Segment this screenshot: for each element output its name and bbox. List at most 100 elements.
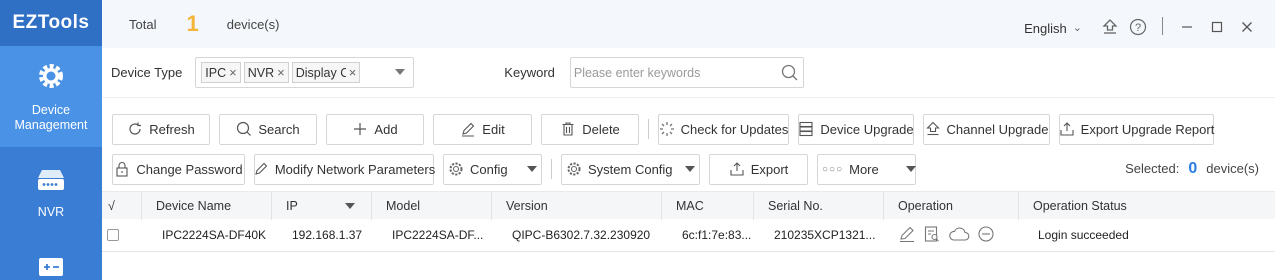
column-header-check[interactable]: √ [102, 191, 142, 220]
toolbar-row-2: Change Password Modify Network Parameter… [102, 149, 1275, 189]
help-icon[interactable]: ? [1124, 13, 1152, 41]
column-label: IP [286, 198, 298, 213]
maximize-icon[interactable] [1203, 13, 1231, 41]
system-config-dropdown[interactable]: System Config [561, 153, 700, 185]
button-label: Modify Network Parameters [274, 161, 436, 177]
table-row[interactable]: IPC2224SA-DF40K 192.168.1.37 IPC2224SA-D… [102, 219, 1275, 252]
column-header-serial[interactable]: Serial No. [754, 191, 884, 220]
cell-status: Login succeeded [1038, 228, 1129, 242]
tag-label: IPC [205, 65, 227, 80]
main-panel: Total 1 device(s) English ⌄ ? Device Typ… [102, 0, 1275, 280]
chevron-down-icon[interactable]: ⌄ [1073, 21, 1082, 34]
tag-ipc: IPC × [201, 62, 241, 83]
cell-device-name: IPC2224SA-DF40K [162, 228, 267, 242]
button-label: Check for Updates [680, 121, 789, 137]
toolbar-divider [648, 119, 649, 139]
export-icon [730, 162, 744, 176]
table-header: √ Device Name IP Model Version MAC Seria… [102, 191, 1275, 220]
plus-icon [354, 123, 367, 135]
gear-icon [36, 61, 66, 95]
change-password-button[interactable]: Change Password [112, 153, 245, 185]
export-upgrade-report-button[interactable]: Export Upgrade Report [1059, 113, 1215, 145]
trash-icon [562, 122, 574, 136]
export-button[interactable]: Export [709, 153, 808, 185]
disable-icon[interactable] [977, 225, 995, 246]
sidebar-item-device-management[interactable]: Device Management [0, 46, 102, 147]
button-label: More [849, 161, 879, 177]
upload-icon[interactable] [1096, 13, 1124, 41]
svg-text:?: ? [1135, 22, 1141, 34]
selected-count: Selected: 0 device(s) [1125, 160, 1259, 178]
close-icon[interactable] [1233, 13, 1261, 41]
total-unit: device(s) [226, 16, 280, 32]
close-icon[interactable]: × [277, 65, 285, 80]
nvr-icon [36, 167, 66, 197]
edit-icon[interactable] [898, 225, 916, 246]
total-label: Total [129, 16, 157, 32]
selected-unit: device(s) [1206, 161, 1259, 176]
search-icon [237, 121, 252, 136]
check-updates-button[interactable]: Check for Updates [658, 113, 789, 145]
pencil-icon [255, 162, 268, 175]
button-label: System Config [588, 161, 673, 177]
delete-button[interactable]: Delete [541, 113, 639, 145]
sidebar-item-nvr[interactable]: NVR [0, 147, 102, 240]
column-header-version[interactable]: Version [492, 191, 662, 220]
loading-icon [659, 122, 674, 136]
toolbar-divider [551, 159, 552, 179]
app-logo: EZTools [0, 0, 102, 46]
refresh-button[interactable]: Refresh [112, 113, 210, 145]
chevron-down-icon [684, 166, 695, 172]
close-icon[interactable]: × [229, 65, 237, 80]
keyword-field [569, 57, 804, 88]
button-label: Edit [482, 121, 505, 137]
column-header-operation: Operation [884, 191, 1019, 220]
keyword-input[interactable] [573, 65, 774, 80]
chevron-down-icon [395, 69, 406, 75]
sidebar-item-label: Device Management [14, 102, 88, 132]
search-icon[interactable] [781, 64, 799, 85]
modify-network-parameters-button[interactable]: Modify Network Parameters [254, 153, 436, 185]
cloud-icon[interactable] [948, 225, 970, 246]
column-header-model[interactable]: Model [372, 191, 492, 220]
lock-icon [116, 162, 128, 177]
sidebar-item-label: NVR [37, 205, 65, 219]
cell-serial: 210235XCP1321... [774, 228, 876, 242]
device-upgrade-button[interactable]: Device Upgrade [798, 113, 914, 145]
channel-upgrade-button[interactable]: Channel Upgrade [923, 113, 1050, 145]
title-bar: Total 1 device(s) English ⌄ ? [102, 0, 1275, 48]
language-select[interactable]: English [1024, 21, 1067, 36]
sidebar-item-config[interactable] [0, 240, 102, 280]
window-controls: English ⌄ ? [1024, 0, 1261, 48]
button-label: Search [258, 121, 300, 137]
chevron-down-icon [526, 166, 537, 172]
minimize-icon[interactable] [1173, 13, 1201, 41]
column-header-status[interactable]: Operation Status [1019, 192, 1273, 220]
column-header-device-name[interactable]: Device Name [142, 191, 272, 220]
cell-model: IPC2224SA-DF... [392, 228, 484, 242]
column-header-mac[interactable]: MAC [662, 191, 754, 220]
column-header-ip[interactable]: IP [272, 191, 372, 220]
toolbar-row-1: Refresh Search Add Edit Delete Check for… [102, 109, 1275, 149]
search-button[interactable]: Search [219, 113, 317, 145]
button-label: Channel Upgrade [946, 121, 1049, 137]
gear-icon [567, 162, 581, 176]
add-button[interactable]: Add [326, 113, 424, 145]
row-checkbox[interactable] [107, 229, 119, 241]
config-dropdown[interactable]: Config [443, 153, 542, 185]
config-icon [37, 256, 65, 280]
total-count: 1 [186, 11, 199, 36]
button-label: Add [374, 121, 398, 137]
config-log-icon[interactable] [923, 225, 941, 246]
pencil-icon [462, 122, 475, 137]
button-label: Export Upgrade Report [1080, 121, 1215, 137]
filter-row: Device Type IPC × NVR × Display C × Keyword [102, 48, 1275, 98]
more-dropdown[interactable]: ○○○ More [817, 153, 916, 185]
device-type-select[interactable]: IPC × NVR × Display C × [195, 57, 415, 88]
tag-label: Display C [295, 65, 346, 80]
edit-button[interactable]: Edit [433, 113, 532, 145]
row-check-cell [102, 229, 142, 241]
close-icon[interactable]: × [349, 65, 357, 80]
export-icon [1060, 122, 1074, 136]
chevron-down-icon[interactable] [345, 202, 355, 209]
